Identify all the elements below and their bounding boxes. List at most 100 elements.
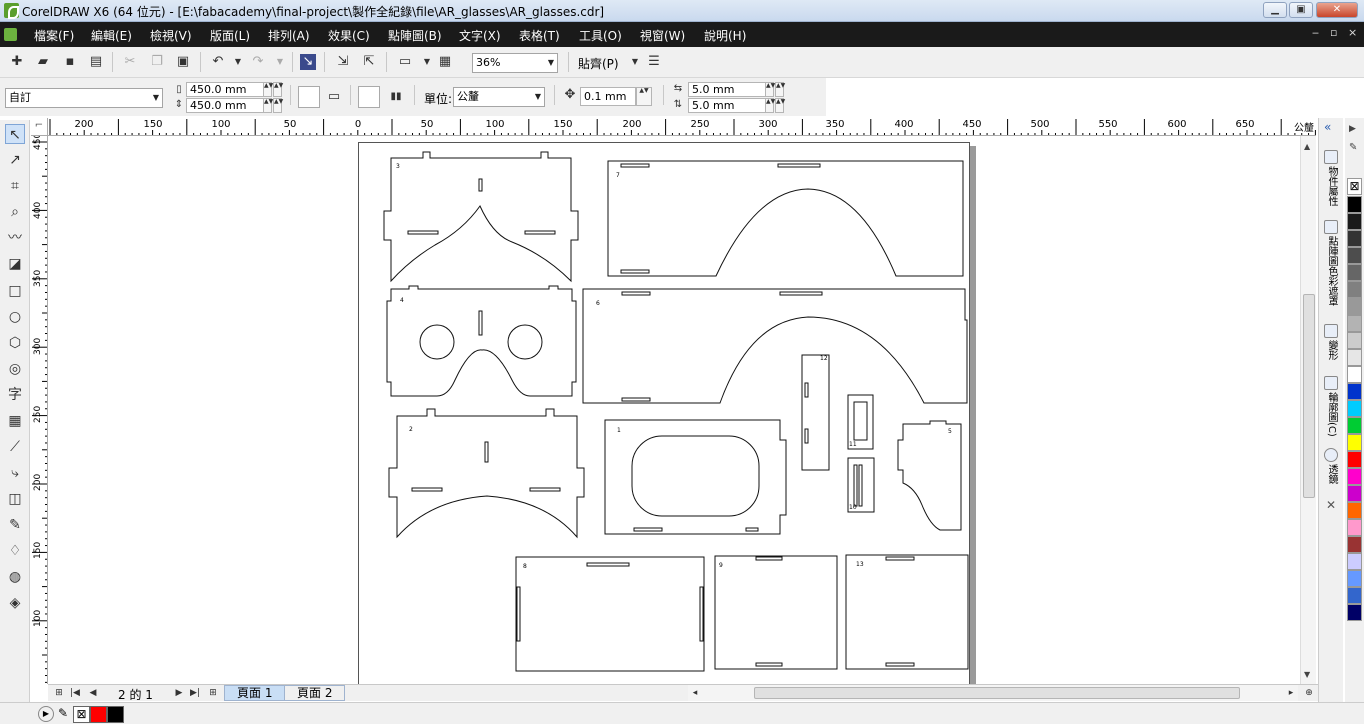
export-icon[interactable]: ⇱ <box>361 54 377 70</box>
piece-6[interactable]: 6 <box>582 288 968 404</box>
contour-icon[interactable] <box>1324 376 1338 390</box>
open-folder-icon[interactable]: ▰ <box>35 54 51 70</box>
palette-swatch[interactable] <box>1347 553 1362 570</box>
units-select[interactable]: 公釐 ▼ <box>453 87 545 107</box>
outline-color-swatch[interactable] <box>107 706 124 723</box>
dup-y-lock[interactable]: ▲▼ <box>775 98 785 113</box>
horizontal-scrollbar[interactable]: ◂ ▸ <box>688 685 1298 701</box>
docker-tab-lens[interactable]: 透鏡 <box>1322 464 1341 484</box>
blend-tool-icon[interactable]: ◫ <box>5 489 25 509</box>
landscape-icon[interactable]: ▭ <box>326 89 342 105</box>
options-icon[interactable]: ☰ <box>646 54 662 70</box>
smart-fill-tool-icon[interactable]: ◪ <box>5 254 25 274</box>
palette-swatch[interactable] <box>1347 570 1362 587</box>
eyedropper-tool-icon[interactable]: ✎ <box>5 515 25 535</box>
outline-pen-tool-icon[interactable]: ♢ <box>5 541 25 561</box>
piece-8[interactable]: 8 <box>515 556 705 672</box>
menu-window[interactable]: 視窗(W) <box>640 27 685 44</box>
paste-icon[interactable]: ▣ <box>175 54 191 70</box>
palette-swatch[interactable] <box>1347 485 1362 502</box>
page-width-field[interactable]: 450.0 mm <box>186 82 264 97</box>
page-size-select[interactable]: 自訂 ▼ <box>5 88 163 108</box>
piece-4[interactable]: 4 <box>386 285 577 397</box>
palette-swatch[interactable] <box>1347 230 1362 247</box>
vertical-scrollbar[interactable]: ▲ ▼ <box>1300 136 1316 684</box>
page-tab-1[interactable]: 頁面 1 <box>224 685 286 701</box>
menu-table[interactable]: 表格(T) <box>519 27 560 44</box>
bitmap-color-mask-icon[interactable] <box>1324 220 1338 234</box>
ruler-origin[interactable]: ⌐ <box>31 118 48 136</box>
maximize-button[interactable]: ▣ <box>1289 2 1313 18</box>
ellipse-tool-icon[interactable]: ○ <box>5 307 25 327</box>
palette-swatch[interactable] <box>1347 519 1362 536</box>
palette-swatch[interactable] <box>1347 604 1362 621</box>
palette-swatch[interactable] <box>1347 468 1362 485</box>
piece-1[interactable]: 1 <box>604 419 787 535</box>
snap-to-button[interactable]: 貼齊(P) <box>578 55 619 72</box>
palette-swatch[interactable] <box>1347 366 1362 383</box>
page-tab-2[interactable]: 頁面 2 <box>284 685 346 701</box>
duplicate-distance-y-field[interactable]: 5.0 mm <box>688 98 766 113</box>
scroll-up-icon[interactable]: ▲ <box>1304 142 1310 151</box>
shape-tool-icon[interactable]: ↗ <box>5 150 25 170</box>
zoom-level-select[interactable]: 36% ▼ <box>472 53 558 73</box>
palette-swatch[interactable] <box>1347 451 1362 468</box>
palette-swatch[interactable] <box>1347 332 1362 349</box>
search-content-icon[interactable]: ↘ <box>300 54 316 70</box>
menu-edit[interactable]: 編輯(E) <box>91 27 132 44</box>
no-color-swatch[interactable]: ⊠ <box>1347 178 1362 195</box>
rectangle-tool-icon[interactable]: □ <box>5 281 25 301</box>
menu-tools[interactable]: 工具(O) <box>579 27 622 44</box>
basic-shapes-tool-icon[interactable]: ◎ <box>5 359 25 379</box>
portrait-button[interactable] <box>298 86 320 108</box>
interactive-fill-tool-icon[interactable]: ◈ <box>5 593 25 613</box>
close-button[interactable]: ✕ <box>1316 2 1358 18</box>
palette-swatch[interactable] <box>1347 298 1362 315</box>
undo-dropdown-icon[interactable]: ▼ <box>230 54 246 70</box>
object-properties-icon[interactable] <box>1324 150 1338 164</box>
pick-tool-icon[interactable]: ↖ <box>5 124 25 144</box>
palette-swatch[interactable] <box>1347 315 1362 332</box>
width-spinner[interactable]: ▲▼ <box>263 82 273 97</box>
connector-tool-icon[interactable]: ⤷ <box>5 463 25 483</box>
docker-tab-object-properties[interactable]: 物件屬性 <box>1322 166 1341 206</box>
add-page-after-icon[interactable]: ⊞ <box>206 686 220 700</box>
menu-text[interactable]: 文字(X) <box>459 27 501 44</box>
menu-help[interactable]: 說明(H) <box>704 27 746 44</box>
doc-minimize-button[interactable]: ‒ <box>1312 26 1319 39</box>
menu-effects[interactable]: 效果(C) <box>328 27 370 44</box>
table-tool-icon[interactable]: ▦ <box>5 411 25 431</box>
no-fill-icon[interactable]: ⊠ <box>73 706 90 723</box>
all-pages-button[interactable] <box>358 86 380 108</box>
current-page-icon[interactable]: ▮▮ <box>388 89 404 105</box>
transform-icon[interactable] <box>1324 324 1338 338</box>
doc-restore-button[interactable]: ▫ <box>1330 26 1337 39</box>
scroll-right-icon[interactable]: ▸ <box>1284 686 1298 700</box>
docker-tab-contour[interactable]: 輪廓圖(C) <box>1322 392 1341 437</box>
redo-dropdown-icon[interactable]: ▼ <box>272 54 288 70</box>
menu-file[interactable]: 檔案(F) <box>34 27 74 44</box>
copy-icon[interactable]: ❐ <box>149 54 165 70</box>
palette-swatch[interactable] <box>1347 400 1362 417</box>
undo-icon[interactable]: ↶ <box>210 54 226 70</box>
cut-icon[interactable]: ✂ <box>122 54 138 70</box>
freehand-tool-icon[interactable]: 〰 <box>5 228 25 248</box>
duplicate-distance-x-field[interactable]: 5.0 mm <box>688 82 766 97</box>
new-document-icon[interactable]: ✚ <box>9 54 25 70</box>
palette-swatch[interactable] <box>1347 536 1362 553</box>
zoom-navigator-icon[interactable]: ⊕ <box>1302 686 1316 700</box>
piece-2[interactable]: 2 <box>388 408 585 539</box>
nudge-distance-field[interactable]: 0.1 mm <box>580 87 636 106</box>
redo-icon[interactable]: ↷ <box>250 54 266 70</box>
piece-9[interactable]: 9 <box>714 555 838 670</box>
palette-swatch[interactable] <box>1347 417 1362 434</box>
crop-tool-icon[interactable]: ⌗ <box>5 176 25 196</box>
docker-tab-transform[interactable]: 變形 <box>1322 340 1341 360</box>
eyedropper-icon[interactable]: ✎ <box>58 706 68 720</box>
welcome-screen-icon[interactable]: ▦ <box>437 54 453 70</box>
next-page-icon[interactable]: ▶ <box>172 686 186 700</box>
menu-layout[interactable]: 版面(L) <box>210 27 250 44</box>
page-height-field[interactable]: 450.0 mm <box>186 98 264 113</box>
palette-swatch[interactable] <box>1347 434 1362 451</box>
doc-close-button[interactable]: × <box>1348 26 1357 39</box>
